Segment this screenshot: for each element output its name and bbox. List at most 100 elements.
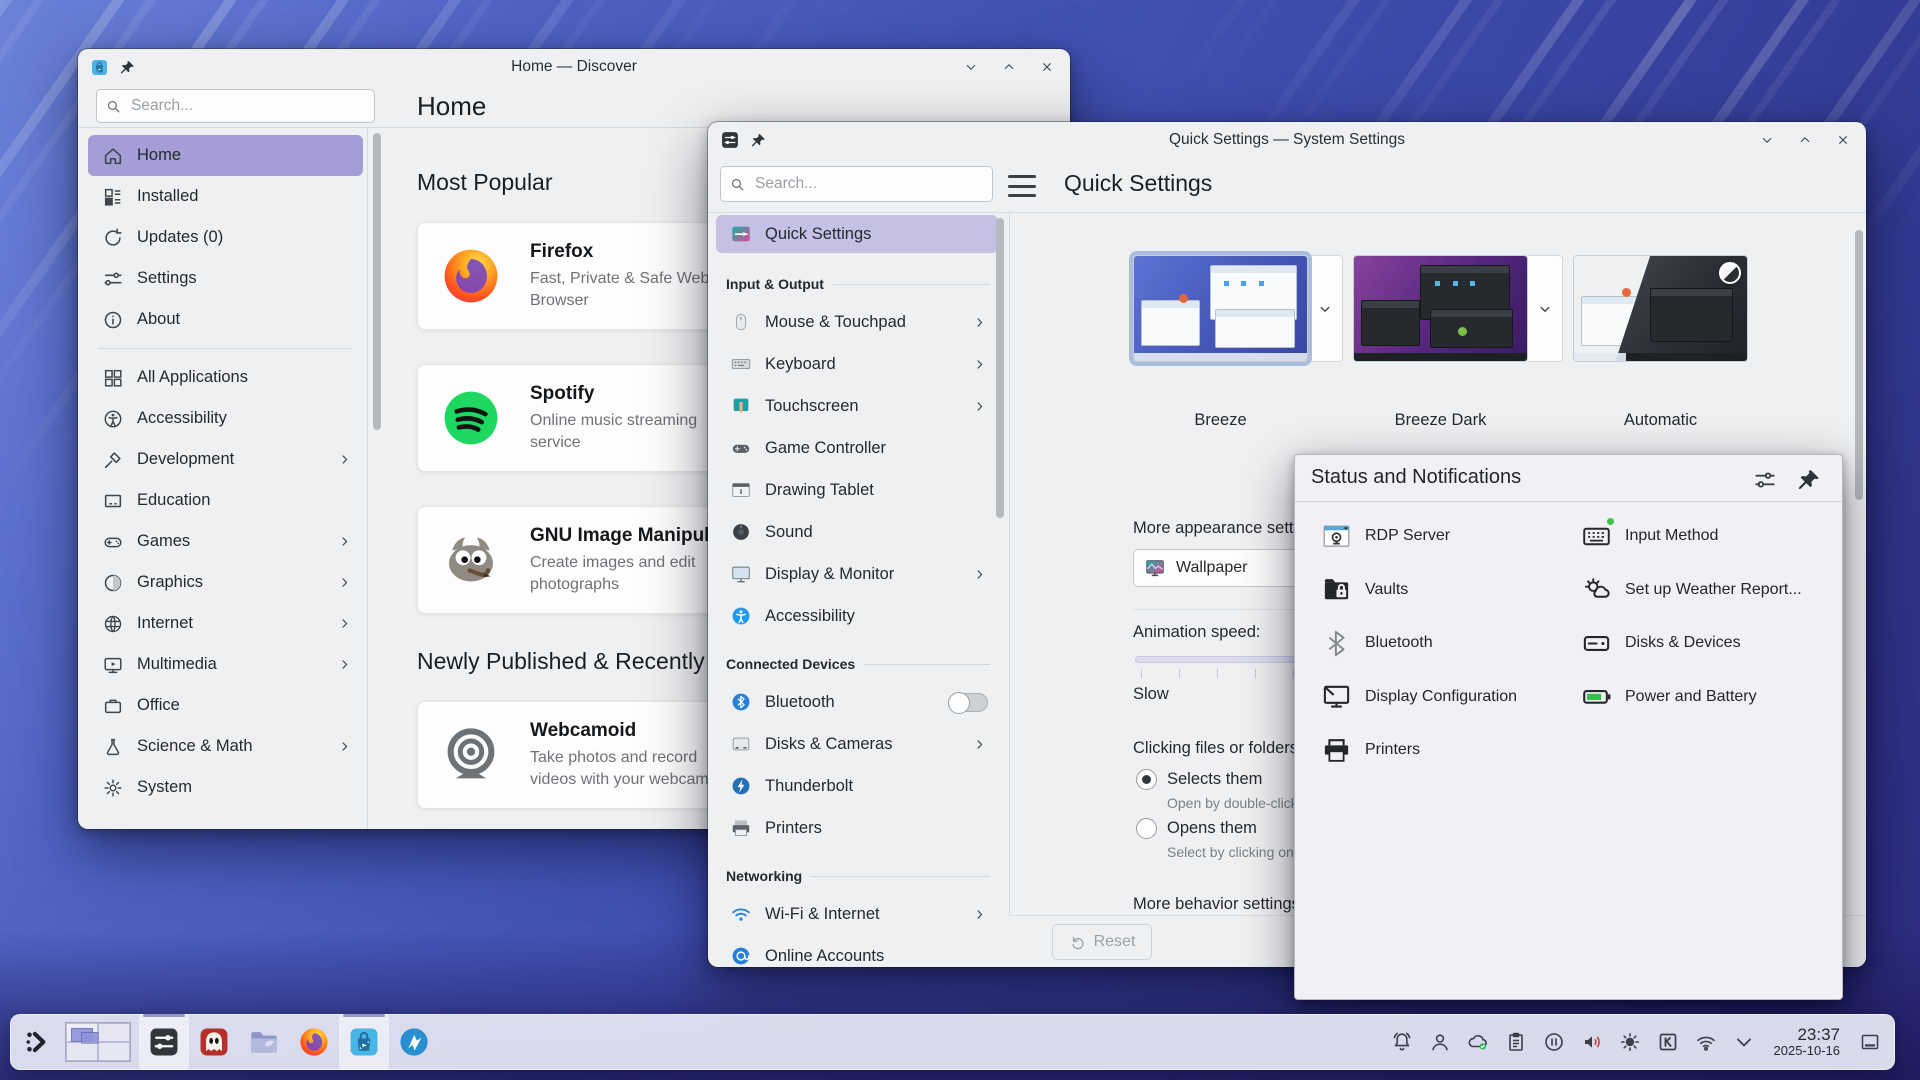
theme-preview-breeze-dark[interactable] xyxy=(1353,255,1528,362)
sidebar-item-updates-0[interactable]: Updates (0) xyxy=(88,217,363,258)
sidebar-item-multimedia[interactable]: Multimedia xyxy=(88,644,363,685)
search-input[interactable] xyxy=(129,96,366,116)
graphics-icon xyxy=(102,572,124,594)
minimize-button[interactable] xyxy=(1758,131,1776,149)
sidebar-item-accessibility[interactable]: Accessibility xyxy=(88,398,363,439)
pin-icon[interactable] xyxy=(750,132,767,149)
sidebar-item-home[interactable]: Home xyxy=(88,135,363,176)
sidebar-item-bluetooth[interactable]: Bluetooth xyxy=(716,681,998,723)
bluetooth-toggle[interactable] xyxy=(948,693,988,712)
menu-button[interactable] xyxy=(1005,173,1039,199)
sidebar-item-quick-settings[interactable]: Quick Settings xyxy=(716,215,998,253)
file-manager-task[interactable] xyxy=(239,1014,289,1070)
status-item-display-configuration[interactable]: Display Configuration xyxy=(1321,670,1517,724)
section-label: Input & Output xyxy=(726,276,824,292)
virtual-desktop-pager[interactable] xyxy=(65,1022,131,1062)
firefox-task[interactable] xyxy=(289,1014,339,1070)
theme-preview-automatic[interactable] xyxy=(1573,255,1748,362)
sidebar-item-graphics[interactable]: Graphics xyxy=(88,562,363,603)
sidebar-item-drawing-tablet[interactable]: Drawing Tablet xyxy=(716,469,998,511)
sidebar-item-about[interactable]: About xyxy=(88,299,363,340)
status-item-input-method[interactable]: Input Method xyxy=(1581,509,1718,563)
sidebar-item-display-monitor[interactable]: Display & Monitor xyxy=(716,553,998,595)
scrollbar-thumb[interactable] xyxy=(373,133,381,430)
system-settings-titlebar[interactable]: Quick Settings — System Settings xyxy=(708,122,1866,158)
chevron-right-icon xyxy=(971,314,988,331)
sidebar-item-settings[interactable]: Settings xyxy=(88,258,363,299)
theme-preview-breeze[interactable] xyxy=(1133,255,1308,362)
chevron-right-icon xyxy=(336,574,353,591)
sidebar-item-online-accounts[interactable]: Online Accounts xyxy=(716,935,998,967)
user-icon[interactable] xyxy=(1428,1030,1452,1054)
discover-task[interactable] xyxy=(339,1014,389,1070)
search-icon xyxy=(105,98,122,115)
wifi-icon[interactable] xyxy=(1694,1030,1718,1054)
sidebar-item-internet[interactable]: Internet xyxy=(88,603,363,644)
ghostwriter-app-icon xyxy=(197,1025,231,1059)
pin-button[interactable] xyxy=(1796,467,1822,493)
media-pause-icon[interactable] xyxy=(1542,1030,1566,1054)
status-item-disks-devices[interactable]: Disks & Devices xyxy=(1581,616,1741,670)
theme-dropdown-button[interactable] xyxy=(1528,255,1563,362)
spotify-logo-icon xyxy=(438,385,504,451)
app-name: Firefox xyxy=(530,241,720,263)
app-launcher-button[interactable] xyxy=(19,1020,57,1064)
sidebar-item-keyboard[interactable]: Keyboard xyxy=(716,343,998,385)
green-status-dot xyxy=(1606,517,1615,526)
sidebar-item-wi-fi-internet[interactable]: Wi-Fi & Internet xyxy=(716,893,998,935)
settings-search[interactable] xyxy=(720,166,993,202)
sidebar-item-label: Multimedia xyxy=(137,655,323,674)
sidebar-item-system[interactable]: System xyxy=(88,767,363,808)
disks-devices-icon xyxy=(1581,628,1612,659)
pin-icon[interactable] xyxy=(119,59,136,76)
sidebar-item-disks-cameras[interactable]: Disks & Cameras xyxy=(716,723,998,765)
status-item-bluetooth[interactable]: Bluetooth xyxy=(1321,616,1433,670)
sidebar-item-accessibility[interactable]: Accessibility xyxy=(716,595,998,637)
sidebar-scrollbar-thumb[interactable] xyxy=(996,218,1004,518)
close-button[interactable] xyxy=(1834,131,1852,149)
radio-selects-them[interactable] xyxy=(1136,769,1157,790)
volume-icon[interactable] xyxy=(1580,1030,1604,1054)
cloud-sync-icon[interactable] xyxy=(1466,1030,1490,1054)
media-app-task[interactable] xyxy=(389,1014,439,1070)
search-input[interactable] xyxy=(753,174,984,194)
sidebar-item-education[interactable]: Education xyxy=(88,480,363,521)
sidebar-item-development[interactable]: Development xyxy=(88,439,363,480)
sidebar-item-label: Display & Monitor xyxy=(765,565,958,584)
radio-label[interactable]: Opens them xyxy=(1167,819,1257,838)
sidebar-item-game-controller[interactable]: Game Controller xyxy=(716,427,998,469)
digital-clock[interactable]: 23:37 2025-10-16 xyxy=(1774,1025,1841,1059)
sidebar-item-all-applications[interactable]: All Applications xyxy=(88,357,363,398)
reset-button[interactable]: Reset xyxy=(1052,924,1152,960)
sidebar-section-input-output: Input & Output xyxy=(712,257,1002,301)
system-settings-task[interactable] xyxy=(139,1014,189,1070)
sidebar-item-printers[interactable]: Printers xyxy=(716,807,998,849)
notifications-bell-icon[interactable] xyxy=(1390,1030,1414,1054)
brightness-icon[interactable] xyxy=(1618,1030,1642,1054)
radio-opens-them[interactable] xyxy=(1136,818,1157,839)
sidebar-item-sound[interactable]: Sound xyxy=(716,511,998,553)
status-item-rdp-server[interactable]: RDP Server xyxy=(1321,509,1450,563)
discover-search[interactable] xyxy=(96,89,375,123)
show-desktop-button[interactable] xyxy=(1858,1030,1882,1054)
status-item-vaults[interactable]: Vaults xyxy=(1321,563,1408,617)
kate-k-icon[interactable] xyxy=(1656,1030,1680,1054)
sidebar-item-installed[interactable]: Installed xyxy=(88,176,363,217)
sidebar-item-label: Home xyxy=(137,146,353,165)
sidebar-item-touchscreen[interactable]: Touchscreen xyxy=(716,385,998,427)
sidebar-item-mouse-touchpad[interactable]: Mouse & Touchpad xyxy=(716,301,998,343)
maximize-button[interactable] xyxy=(1796,131,1814,149)
status-item-printers[interactable]: Printers xyxy=(1321,723,1420,777)
sidebar-item-science-math[interactable]: Science & Math xyxy=(88,726,363,767)
sidebar-item-office[interactable]: Office xyxy=(88,685,363,726)
ghostwriter-task[interactable] xyxy=(189,1014,239,1070)
radio-label[interactable]: Selects them xyxy=(1167,770,1262,789)
configure-button[interactable] xyxy=(1752,467,1778,493)
sidebar-item-thunderbolt[interactable]: Thunderbolt xyxy=(716,765,998,807)
theme-dropdown-button[interactable] xyxy=(1308,255,1343,362)
status-item-set-up-weather-report[interactable]: Set up Weather Report... xyxy=(1581,563,1802,617)
chevron-down-tray-icon[interactable] xyxy=(1732,1030,1756,1054)
status-item-power-and-battery[interactable]: Power and Battery xyxy=(1581,670,1757,724)
clipboard-icon[interactable] xyxy=(1504,1030,1528,1054)
sidebar-item-games[interactable]: Games xyxy=(88,521,363,562)
